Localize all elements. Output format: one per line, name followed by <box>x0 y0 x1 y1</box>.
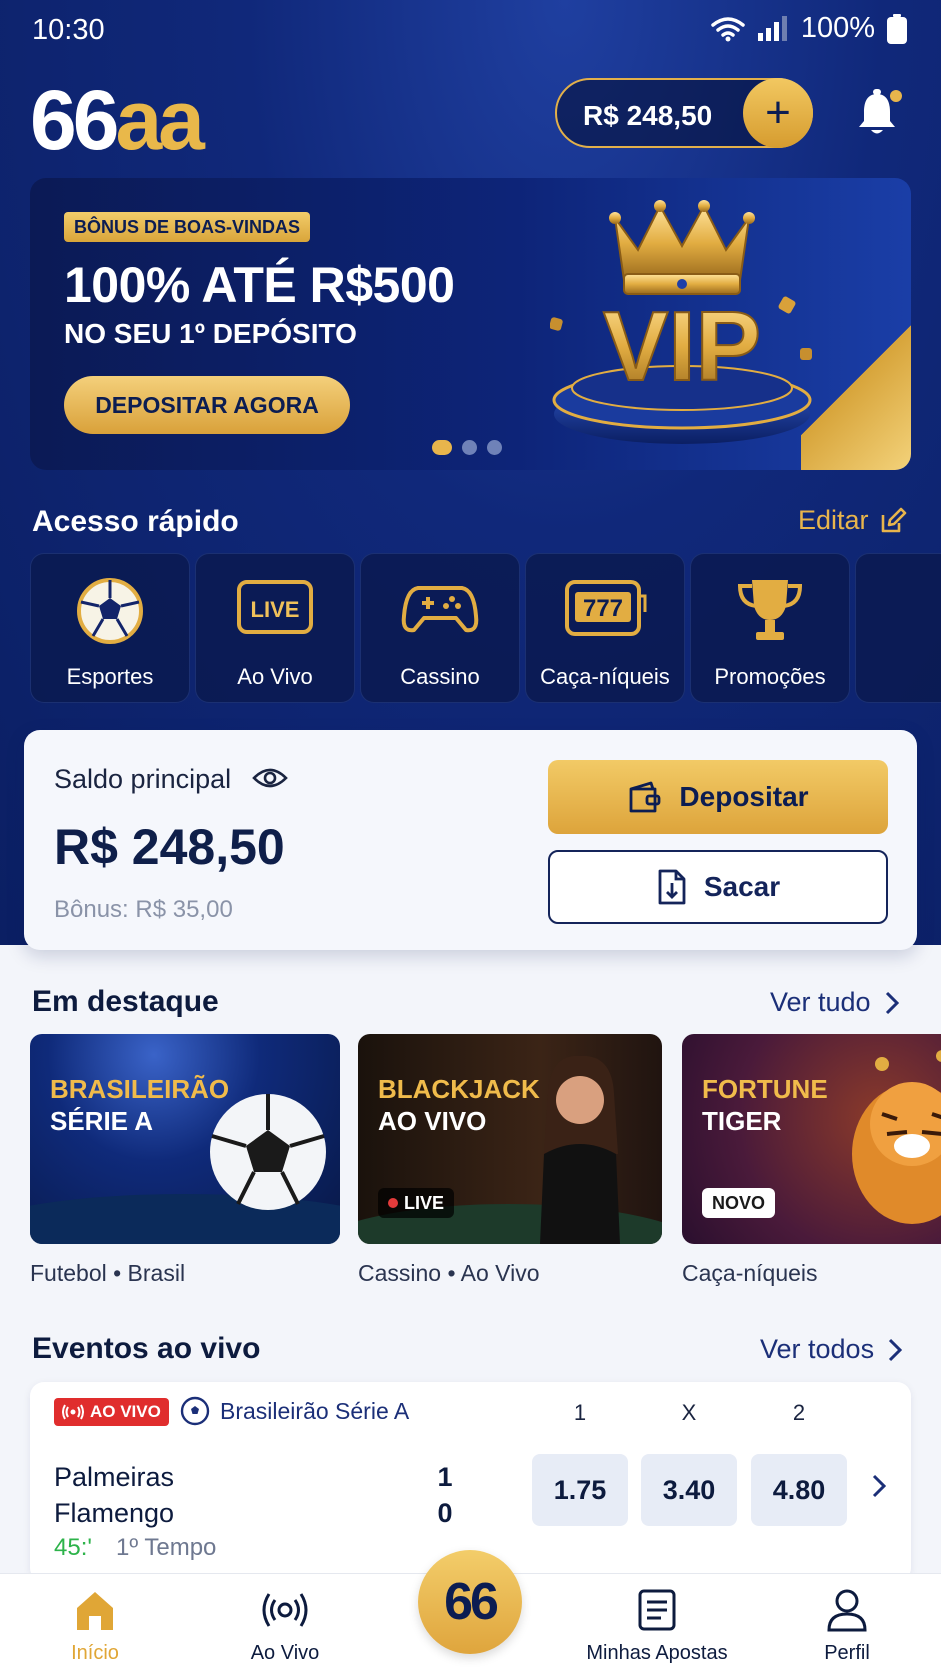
header-balance[interactable]: R$ 248,50 + <box>555 78 813 148</box>
status-icons: 100% <box>711 12 907 45</box>
home-icon <box>77 1592 113 1630</box>
featured-card-fortune-tiger[interactable]: FORTUNE TIGER NOVO <box>682 1034 941 1244</box>
chevron-right-icon <box>885 991 899 1014</box>
brand-logo[interactable]: 66aa <box>30 78 205 162</box>
nav-perfil[interactable]: Perfil <box>762 1574 932 1672</box>
vip-crown-illustration: VIP <box>550 200 812 444</box>
status-bar: 10:30 100% <box>0 0 941 60</box>
quick-access-title: Acesso rápido <box>32 505 239 538</box>
match-minute: 45:' <box>54 1534 92 1561</box>
featured-row: BRASILEIRÃO SÉRIE A Futebol • Brasil BLA… <box>30 1034 941 1294</box>
ticket-icon <box>638 1589 676 1631</box>
broadcast-icon <box>62 1404 84 1420</box>
match-period: 1º Tempo <box>116 1534 217 1561</box>
header-balance-amount: R$ 248,50 <box>583 100 713 131</box>
status-time: 10:30 <box>32 14 105 46</box>
main-balance-amount: R$ 248,50 <box>54 819 285 875</box>
featured-sub-blackjack: Cassino • Ao Vivo <box>358 1260 540 1286</box>
slot-machine-icon: 777 <box>565 580 647 636</box>
away-score: 0 <box>437 1498 453 1528</box>
nav-minhas-apostas[interactable]: Minhas Apostas <box>572 1574 742 1672</box>
odds-header-away: 2 <box>792 1400 806 1425</box>
chevron-right-icon <box>889 1338 903 1361</box>
featured-card-blackjack[interactable]: BLACKJACK AO VIVO LIVE <box>358 1034 662 1244</box>
wifi-icon <box>711 16 745 41</box>
carousel-dot-2[interactable] <box>462 440 477 455</box>
plus-icon[interactable]: + <box>743 78 813 148</box>
welcome-bonus-badge: BÔNUS DE BOAS-VINDAS <box>64 212 311 242</box>
featured-title: Em destaque <box>32 985 219 1018</box>
odds-header-draw: X <box>681 1400 697 1425</box>
away-team: Flamengo <box>54 1498 175 1528</box>
carousel-dot-3[interactable] <box>487 440 502 455</box>
odd-draw-button[interactable]: 3.40 <box>641 1454 737 1526</box>
wallet-icon <box>630 781 661 813</box>
quick-item-partial[interactable] <box>855 553 941 703</box>
live-events-title: Eventos ao vivo <box>32 1332 261 1365</box>
signal-icon <box>757 15 787 41</box>
withdraw-button[interactable]: Sacar <box>548 850 888 924</box>
nav-inicio[interactable]: Início <box>10 1574 180 1672</box>
promo-banner[interactable]: VIP BÔNUS DE BOAS-VINDAS 100% ATÉ R$500 … <box>30 178 911 470</box>
bell-icon[interactable] <box>856 88 902 138</box>
featured-see-all-link[interactable]: Ver tudo <box>770 987 899 1018</box>
live-tv-icon: LIVE <box>237 580 313 634</box>
soccer-ball-icon <box>180 1396 210 1426</box>
live-events-see-all-link[interactable]: Ver todos <box>760 1334 903 1365</box>
featured-sub-brasileirao: Futebol • Brasil <box>30 1260 186 1286</box>
svg-text:777: 777 <box>583 595 623 622</box>
quick-item-cassino[interactable]: Cassino <box>360 553 520 703</box>
odd-home-button[interactable]: 1.75 <box>532 1454 628 1526</box>
app-header: 66aa R$ 248,50 + <box>0 70 941 162</box>
battery-icon <box>887 13 907 44</box>
withdraw-icon <box>658 869 686 905</box>
live-badge: AO VIVO <box>54 1398 169 1426</box>
deposit-now-button[interactable]: DEPOSITAR AGORA <box>64 376 350 434</box>
deposit-button[interactable]: Depositar <box>548 760 888 834</box>
broadcast-icon <box>262 1593 308 1627</box>
svg-text:LIVE: LIVE <box>251 597 300 622</box>
soccer-ball-image <box>30 1094 340 1244</box>
banner-subtitle: NO SEU 1º DEPÓSITO <box>64 318 357 349</box>
eye-icon[interactable] <box>252 764 288 792</box>
edit-quick-access-link[interactable]: Editar <box>798 505 907 536</box>
soccer-ball-icon <box>77 578 143 644</box>
main-balance-label: Saldo principal <box>54 764 232 794</box>
league-name: Brasileirão Série A <box>180 1396 409 1426</box>
carousel-dot-1[interactable] <box>432 440 452 455</box>
quick-access-row: Esportes LIVE Ao Vivo Cassino 777 Caça-n… <box>30 553 941 703</box>
odds-header-home: 1 <box>573 1400 587 1425</box>
gamepad-icon <box>401 586 479 633</box>
banner-title: 100% ATÉ R$500 <box>64 257 455 313</box>
quick-item-promocoes[interactable]: Promoções <box>690 553 850 703</box>
balance-card: Saldo principal R$ 248,50 Bônus: R$ 35,0… <box>24 730 917 950</box>
new-chip: NOVO <box>702 1188 776 1218</box>
quick-item-esportes[interactable]: Esportes <box>30 553 190 703</box>
chevron-right-icon[interactable] <box>872 1474 886 1498</box>
edit-icon <box>881 507 906 532</box>
quick-item-ao-vivo[interactable]: LIVE Ao Vivo <box>195 553 355 703</box>
bonus-balance: Bônus: R$ 35,00 <box>54 896 233 923</box>
quick-item-caca-niqueis[interactable]: 777 Caça-níqueis <box>525 553 685 703</box>
carousel-dots[interactable] <box>432 440 502 455</box>
featured-sub-fortune-tiger: Caça-níqueis <box>682 1260 818 1286</box>
home-score: 1 <box>437 1462 453 1492</box>
trophy-icon <box>737 580 803 640</box>
home-team: Palmeiras <box>54 1462 175 1492</box>
odd-away-button[interactable]: 4.80 <box>751 1454 847 1526</box>
live-chip: LIVE <box>378 1188 455 1218</box>
featured-card-brasileirao[interactable]: BRASILEIRÃO SÉRIE A <box>30 1034 340 1244</box>
nav-ao-vivo[interactable]: Ao Vivo <box>200 1574 370 1672</box>
nav-center-home-button[interactable]: 66 <box>418 1550 522 1654</box>
battery-percent: 100% <box>800 12 875 44</box>
vip-text: VIP <box>603 291 761 401</box>
user-icon <box>827 1589 867 1632</box>
